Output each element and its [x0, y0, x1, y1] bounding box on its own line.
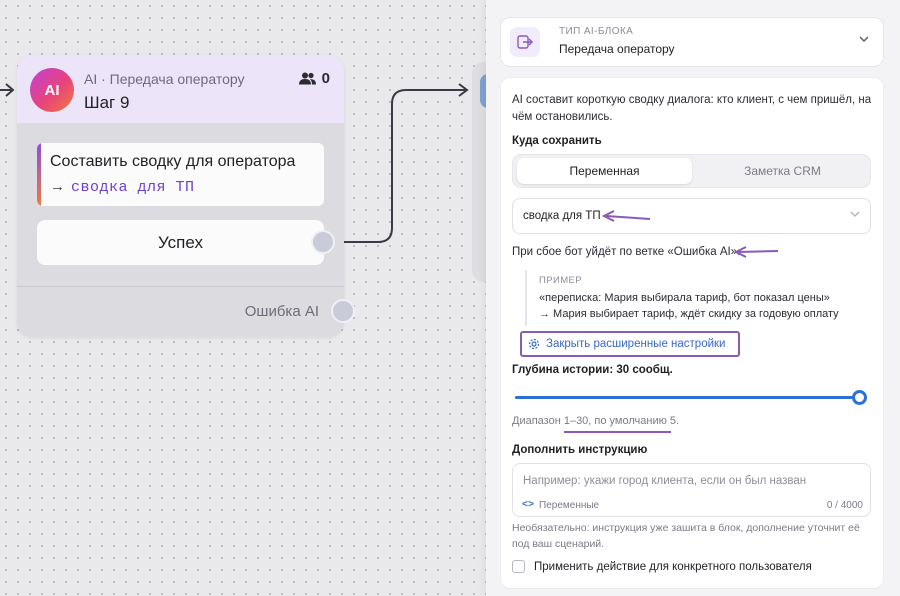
tab-variable[interactable]: Переменная [517, 158, 692, 184]
users-count: 0 [321, 70, 330, 87]
instruction-text: Составить сводку для оператора [50, 153, 296, 170]
fail-note: При сбое бот уйдёт по ветке «Ошибка AI». [512, 246, 741, 258]
error-branch-label: Ошибка AI [244, 303, 319, 320]
node-divider [17, 286, 344, 287]
users-counter: 0 [298, 70, 330, 87]
tab-crm-note[interactable]: Заметка CRM [695, 158, 870, 184]
example-block: ПРИМЕР «переписка: Мария выбирала тариф,… [525, 270, 875, 326]
example-line-1: «переписка: Мария выбирала тариф, бот по… [539, 292, 830, 304]
history-depth-slider[interactable] [515, 396, 861, 399]
ai-badge: AI [30, 68, 74, 112]
extra-instruction-textarea[interactable]: Например: укажи город клиента, если он б… [512, 463, 871, 517]
variables-label: Переменные [539, 500, 600, 511]
save-target-toggle: Переменная Заметка CRM [512, 154, 871, 188]
insert-variables-button[interactable]: <> Переменные [522, 500, 599, 511]
range-hint: Диапазон 1–30, по умолчанию 5. [512, 415, 680, 427]
specific-user-checkbox[interactable] [512, 560, 525, 573]
users-icon [298, 72, 316, 85]
range-annotation-underline [564, 431, 671, 433]
history-depth-label: Глубина истории: 30 сообщ. [512, 364, 673, 376]
gear-icon [528, 338, 540, 350]
type-value: Передача оператору [559, 42, 675, 56]
specific-user-option[interactable]: Применить действие для конкретного польз… [512, 560, 812, 573]
close-advanced-settings-button[interactable]: Закрыть расширенные настройки [520, 331, 740, 357]
flow-canvas[interactable]: AI AI · Передача оператору Шаг 9 0 Соста… [0, 0, 502, 596]
char-counter: 0 / 4000 [826, 500, 863, 511]
close-advanced-label: Закрыть расширенные настройки [546, 338, 726, 350]
ai-block-type-select[interactable]: ТИП AI-БЛОКА Передача оператору [500, 17, 884, 67]
instruction-variable: → сводка для ТП [50, 178, 195, 196]
settings-panel: ТИП AI-БЛОКА Передача оператору AI соста… [486, 0, 900, 596]
chevron-down-icon [859, 36, 869, 42]
handoff-icon [510, 27, 540, 57]
save-target-label: Куда сохранить [512, 135, 602, 147]
example-caption: ПРИМЕР [539, 275, 582, 286]
node-header: AI AI · Передача оператору Шаг 9 0 [17, 55, 344, 123]
type-caption: ТИП AI-БЛОКА [559, 26, 634, 37]
settings-card: AI составит короткую сводку диалога: кто… [500, 77, 884, 589]
node-step-title: Шаг 9 [84, 93, 130, 112]
node-type-label: AI · Передача оператору [84, 71, 245, 87]
instruction-card[interactable]: Составить сводку для оператора → сводка д… [37, 143, 324, 206]
chevron-down-icon [850, 211, 860, 217]
example-line-2: → Мария выбирает тариф, ждёт скидку за г… [539, 308, 839, 320]
history-depth-slider-thumb[interactable] [852, 390, 867, 405]
extra-instruction-hint: Необязательно: инструкция уже зашита в б… [512, 522, 860, 550]
error-port[interactable] [331, 299, 355, 323]
block-description: AI составит короткую сводку диалога: кто… [512, 94, 872, 123]
code-brackets-icon: <> [522, 500, 535, 511]
success-branch[interactable]: Успех [37, 220, 324, 265]
extra-instruction-label: Дополнить инструкцию [512, 444, 648, 456]
variable-select[interactable]: сводка для ТП [512, 198, 871, 234]
variable-value: сводка для ТП [523, 210, 601, 222]
specific-user-label: Применить действие для конкретного польз… [534, 560, 812, 573]
ai-node[interactable]: AI AI · Передача оператору Шаг 9 0 Соста… [17, 55, 344, 337]
extra-instruction-placeholder: Например: укажи город клиента, если он б… [523, 475, 807, 487]
success-port[interactable] [311, 230, 335, 254]
